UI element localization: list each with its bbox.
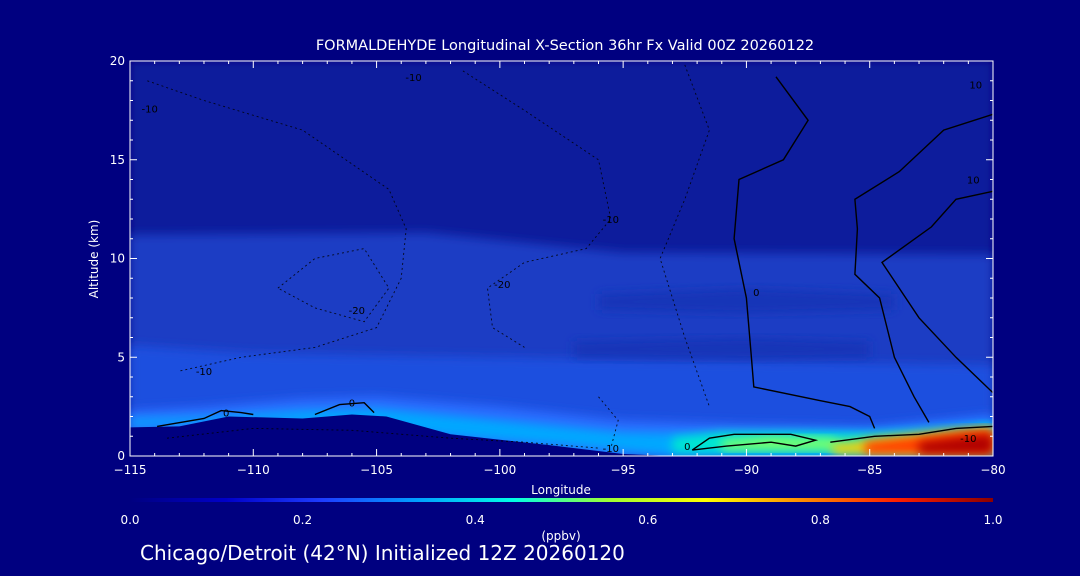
x-tick-label: −115 (114, 463, 147, 477)
footer-initialized-text: Chicago/Detroit (42°N) Initialized 12Z 2… (140, 541, 625, 565)
contour-label: 0 (753, 288, 759, 299)
contour-label: 10 (967, 176, 980, 187)
contour-label: -10 (405, 73, 421, 84)
colorbar-tick-label: 0.4 (466, 513, 485, 527)
contour-label: -20 (494, 280, 510, 291)
x-axis-label: Longitude (531, 483, 591, 497)
contour-label: -10 (603, 215, 619, 226)
contour-label: 0 (349, 399, 355, 410)
concentration-region (573, 337, 870, 360)
contour-label: -10 (142, 104, 158, 115)
x-tick-label: −90 (734, 463, 759, 477)
chart-root: FORMALDEHYDE Longitudinal X-Section 36hr… (0, 0, 1080, 576)
colorbar-tick-label: 0.0 (120, 513, 139, 527)
contour-label: 10 (969, 81, 982, 92)
contour-label: 0 (684, 442, 690, 453)
y-tick-label: 5 (117, 350, 125, 364)
contour-label: -20 (349, 306, 365, 317)
y-axis-label: Altitude (km) (87, 220, 101, 299)
y-tick-label: 0 (117, 449, 125, 463)
x-tick-label: −95 (610, 463, 635, 477)
contour-label: -10 (960, 434, 976, 445)
x-tick-label: −110 (237, 463, 270, 477)
colorbar-tick-label: 0.8 (811, 513, 830, 527)
concentration-field (130, 61, 993, 456)
y-tick-label: 20 (110, 54, 125, 68)
colorbar-tick-label: 0.2 (293, 513, 312, 527)
y-tick-label: 15 (110, 153, 125, 167)
colorbar-ticks: 0.0 0.2 0.4 0.6 0.8 1.0 (120, 513, 1002, 527)
colorbar-tick-label: 1.0 (983, 513, 1002, 527)
y-tick-label: 10 (110, 252, 125, 266)
x-tick-label: −85 (857, 463, 882, 477)
chart-title: FORMALDEHYDE Longitudinal X-Section 36hr… (316, 38, 814, 54)
x-tick-label: −100 (483, 463, 516, 477)
colorbar (130, 498, 993, 502)
contour-label: -10 (196, 367, 212, 378)
contour-label: -10 (603, 444, 619, 455)
cross-section-chart: FORMALDEHYDE Longitudinal X-Section 36hr… (87, 38, 1006, 543)
colorbar-tick-label: 0.6 (638, 513, 657, 527)
x-tick-label: −105 (360, 463, 393, 477)
contour-label: 0 (223, 409, 229, 420)
x-tick-label: −80 (980, 463, 1005, 477)
